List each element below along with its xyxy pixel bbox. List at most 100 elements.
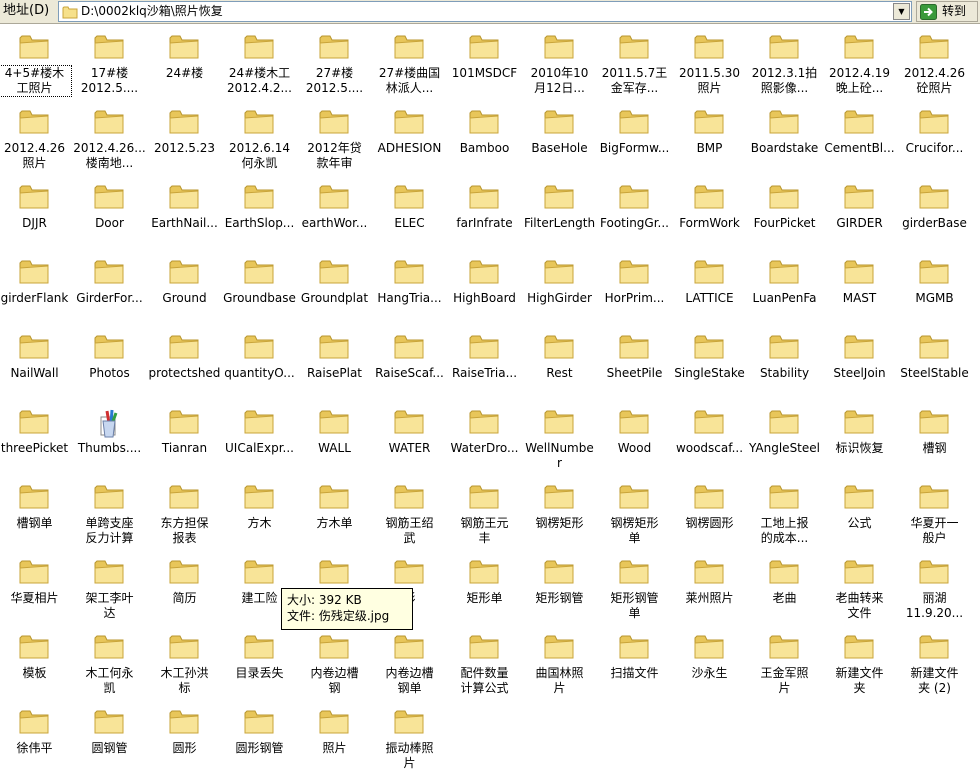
folder-item[interactable]: 架工李叶 达 [72,552,147,624]
folder-item[interactable]: 莱州照片 [672,552,747,624]
folder-item[interactable]: Bamboo [447,102,522,174]
folder-item[interactable]: 2012.4.19 晚上砼... [822,27,897,99]
folder-item[interactable]: 圆形 [147,702,222,774]
folder-item[interactable]: HighGirder [522,252,597,324]
folder-item[interactable]: protectshed [147,327,222,399]
folder-item[interactable]: FourPicket [747,177,822,249]
folder-item[interactable]: HighBoard [447,252,522,324]
folder-item[interactable]: 2012.5.23 [147,102,222,174]
folder-item[interactable]: Door [72,177,147,249]
folder-item[interactable]: ADHESION [372,102,447,174]
folder-item[interactable]: Crucifor... [897,102,972,174]
folder-item[interactable]: 配件数量 计算公式 [447,627,522,699]
folder-item[interactable]: 101MSDCF [447,27,522,99]
folder-item[interactable]: 2011.5.30 照片 [672,27,747,99]
folder-item[interactable]: 木工何永 凯 [72,627,147,699]
folder-item[interactable]: 工地上报 的成本... [747,477,822,549]
folder-item[interactable]: 方木单 [297,477,372,549]
folder-item[interactable]: DJJR [0,177,72,249]
folder-item[interactable]: ELEC [372,177,447,249]
folder-item[interactable]: 钢楞矩形 单 [597,477,672,549]
folder-item[interactable]: 27#楼 2012.5.... [297,27,372,99]
go-button[interactable]: 转到 [916,1,978,22]
folder-item[interactable]: 简历 [147,552,222,624]
folder-item[interactable]: 钢筋王绍 武 [372,477,447,549]
folder-item[interactable]: 24#楼 [147,27,222,99]
folder-item[interactable]: 2012.6.14 何永凯 [222,102,297,174]
folder-item[interactable]: SingleStake [672,327,747,399]
folder-item[interactable]: 2012.4.26... 楼南地... [72,102,147,174]
folder-item[interactable]: 2012.4.26 照片 [0,102,72,174]
folder-item[interactable]: 2010年10 月12日... [522,27,597,99]
folder-item[interactable]: 振动棒照 片 [372,702,447,774]
folder-item[interactable]: 模板 [0,627,72,699]
folder-item[interactable]: LuanPenFa [747,252,822,324]
folder-item[interactable]: UICalExpr... [222,402,297,474]
folder-item[interactable]: 单跨支座 反力计算 [72,477,147,549]
folder-item[interactable]: 木工孙洪 标 [147,627,222,699]
folder-item[interactable]: 老曲 [747,552,822,624]
folder-item[interactable]: RaiseTria... [447,327,522,399]
folder-item[interactable]: Wood [597,402,672,474]
folder-item[interactable]: woodscaf... [672,402,747,474]
folder-item[interactable]: SteelStable [897,327,972,399]
folder-item[interactable]: Rest [522,327,597,399]
folder-item[interactable]: MAST [822,252,897,324]
address-input[interactable]: D:\0002klq沙箱\照片恢复 ▼ [58,1,912,22]
address-dropdown-button[interactable]: ▼ [893,3,910,20]
folder-item[interactable]: Ground [147,252,222,324]
folder-item[interactable]: 17#楼 2012.5.... [72,27,147,99]
folder-item[interactable]: HangTria... [372,252,447,324]
folder-item[interactable]: 2012.4.26 砼照片 [897,27,972,99]
file-item[interactable]: Thumbs.... [72,402,147,474]
folder-item[interactable]: RaiseScaf... [372,327,447,399]
folder-item[interactable]: 照片 [297,702,372,774]
folder-item[interactable]: SteelJoin [822,327,897,399]
folder-item[interactable]: 27#楼曲国 林派人... [372,27,447,99]
folder-item[interactable]: 矩形钢管 单 [597,552,672,624]
folder-item[interactable]: Groundplat [297,252,372,324]
folder-item[interactable]: FootingGr... [597,177,672,249]
folder-item[interactable]: GirderFor... [72,252,147,324]
folder-item[interactable]: CementBl... [822,102,897,174]
folder-item[interactable]: 钢筋王元 丰 [447,477,522,549]
folder-item[interactable]: 王金军照 片 [747,627,822,699]
folder-item[interactable]: BigFormw... [597,102,672,174]
folder-item[interactable]: Groundbase [222,252,297,324]
folder-item[interactable]: MGMB [897,252,972,324]
folder-item[interactable]: earthWor... [297,177,372,249]
folder-item[interactable]: BMP [672,102,747,174]
folder-item[interactable]: 华夏开一 般户 [897,477,972,549]
folder-item[interactable]: 徐伟平 [0,702,72,774]
folder-item[interactable]: WellNumber [522,402,597,474]
folder-item[interactable]: 2012.3.1拍 照影像... [747,27,822,99]
folder-item[interactable]: Boardstake [747,102,822,174]
folder-item[interactable]: NailWall [0,327,72,399]
folder-item[interactable]: 老曲转来 文件 [822,552,897,624]
folder-item[interactable]: HorPrim... [597,252,672,324]
folder-item[interactable]: WaterDro... [447,402,522,474]
folder-item[interactable]: 新建文件 夹 (2) [897,627,972,699]
folder-item[interactable]: EarthSlop... [222,177,297,249]
folder-item[interactable]: 华夏相片 [0,552,72,624]
folder-item[interactable]: 东方担保 报表 [147,477,222,549]
folder-item[interactable]: quantityO... [222,327,297,399]
folder-item[interactable]: EarthNail... [147,177,222,249]
folder-item[interactable]: 扫描文件 [597,627,672,699]
folder-item[interactable]: 丽湖 11.9.20... [897,552,972,624]
folder-item[interactable]: 曲国林照 片 [522,627,597,699]
folder-item[interactable]: WALL [297,402,372,474]
folder-item[interactable]: girderBase [897,177,972,249]
folder-item[interactable]: 钢楞矩形 [522,477,597,549]
folder-item[interactable]: 槽钢单 [0,477,72,549]
folder-item[interactable]: 内卷边槽 钢单 [372,627,447,699]
folder-item[interactable]: 新建文件 夹 [822,627,897,699]
folder-item[interactable]: BaseHole [522,102,597,174]
folder-item[interactable]: LATTICE [672,252,747,324]
folder-item[interactable]: SheetPile [597,327,672,399]
folder-item[interactable]: 2012年贷 款年审 [297,102,372,174]
folder-item[interactable]: Stability [747,327,822,399]
folder-item[interactable]: 圆钢管 [72,702,147,774]
folder-item[interactable]: 内卷边槽 钢 [297,627,372,699]
folder-item[interactable]: YAngleSteel [747,402,822,474]
